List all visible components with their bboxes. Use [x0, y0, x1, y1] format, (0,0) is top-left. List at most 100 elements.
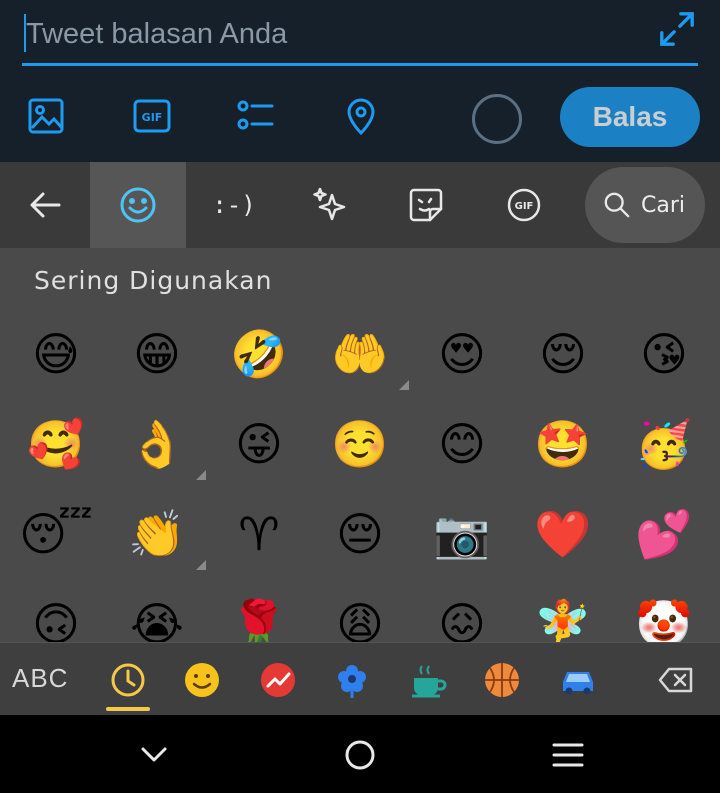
emoji-glyph: 😩: [336, 597, 384, 642]
emoji-search-button[interactable]: Cari: [585, 167, 705, 243]
system-navigation-bar: [0, 715, 720, 793]
emoji-glyph: 😁: [133, 327, 181, 381]
svg-text::-): :-): [214, 191, 254, 219]
image-icon[interactable]: [26, 96, 66, 136]
emoji-key[interactable]: 😭: [106, 580, 208, 642]
emoji-key[interactable]: 😜: [208, 400, 310, 488]
emoji-glyph: 🧚: [534, 597, 592, 642]
compose-toolbar: GIF Balas: [0, 82, 720, 154]
emoji-grid: 😅 😁 🤣 🤲 😍 😌 😘 🥰 👌 😜 ☺️ 😊 🤩 🥳 😴 👏 ♈ 😔 📷 ❤️ 💕 🙃 😭 🌹 😩 😖 🧚 🤡: [0, 310, 720, 642]
emoji-glyph: 🌹: [230, 597, 288, 642]
emoji-glyph: ♈: [238, 507, 280, 561]
abc-switch-button[interactable]: ABC: [12, 663, 68, 694]
expand-icon[interactable]: [658, 10, 696, 48]
location-icon[interactable]: [341, 96, 381, 136]
emoji-key[interactable]: 🤩: [512, 400, 614, 488]
reply-input[interactable]: Tweet balasan Anda: [22, 8, 698, 66]
emoji-glyph: 🙃: [32, 597, 80, 642]
keyboard-tab-bar: :-) GIF Cari: [0, 162, 720, 248]
emoji-glyph: 👌: [128, 417, 186, 471]
svg-text:GIF: GIF: [142, 111, 163, 124]
emoji-key[interactable]: 😖: [411, 580, 513, 642]
emoji-key[interactable]: ☺️: [309, 400, 411, 488]
backspace-icon[interactable]: [648, 643, 704, 716]
reply-placeholder: Tweet balasan Anda: [26, 18, 288, 50]
emoji-keyboard: :-) GIF Cari Sering Digunakan 😅 😁 🤣 🤲 😍 …: [0, 162, 720, 715]
emoji-key[interactable]: 🤡: [613, 580, 715, 642]
reply-button[interactable]: Balas: [560, 87, 700, 147]
emoji-glyph: 😊: [438, 417, 486, 471]
emoji-key[interactable]: 🤣: [208, 310, 310, 398]
emoji-glyph: 😔: [336, 507, 384, 561]
emoji-key[interactable]: 🥳: [613, 400, 715, 488]
emoji-key[interactable]: 🙃: [5, 580, 107, 642]
smiley-icon[interactable]: [174, 643, 230, 716]
poll-icon[interactable]: [236, 96, 276, 136]
back-arrow-icon[interactable]: [0, 162, 90, 248]
section-title: Sering Digunakan: [34, 266, 273, 295]
emoji-glyph: 😅: [32, 327, 80, 381]
gif-tab-icon[interactable]: GIF: [474, 162, 574, 248]
emoji-key[interactable]: 😌: [512, 310, 614, 398]
sparkle-icon[interactable]: [282, 162, 378, 248]
emoji-glyph: ❤️: [534, 507, 592, 561]
compose-area: Tweet balasan Anda GIF Balas: [0, 0, 720, 162]
emoji-key[interactable]: 💕: [613, 490, 715, 578]
emoji-key[interactable]: 👌: [106, 400, 208, 488]
gif-icon[interactable]: GIF: [132, 96, 172, 136]
sticker-icon[interactable]: [378, 162, 474, 248]
emoji-glyph: 😴: [19, 507, 93, 561]
emoji-glyph: 👏: [128, 507, 186, 561]
svg-text:GIF: GIF: [515, 201, 534, 212]
emoji-glyph: 💕: [635, 507, 693, 561]
emoji-glyph: 😜: [235, 417, 283, 471]
recents-menu-icon[interactable]: [546, 733, 590, 777]
emoji-glyph: ☺️: [331, 417, 389, 471]
emoji-key[interactable]: 😴: [5, 490, 107, 578]
emoji-key[interactable]: 😅: [5, 310, 107, 398]
emoji-glyph: 😍: [438, 327, 486, 381]
emoji-key[interactable]: 😘: [613, 310, 715, 398]
emoji-glyph: 🤲: [331, 327, 389, 381]
emoji-glyph: 😭: [130, 597, 184, 642]
emoji-key[interactable]: 🥰: [5, 400, 107, 488]
emoji-key[interactable]: 🧚: [512, 580, 614, 642]
emoji-glyph: 🤣: [230, 327, 288, 381]
skin-tone-variant-indicator: [196, 560, 206, 570]
emoji-key[interactable]: ❤️: [512, 490, 614, 578]
car-icon[interactable]: [550, 643, 606, 716]
emoji-key[interactable]: 😔: [309, 490, 411, 578]
emoji-key[interactable]: 😁: [106, 310, 208, 398]
search-label: Cari: [641, 192, 685, 218]
coffee-icon[interactable]: [400, 643, 456, 716]
flower-icon[interactable]: [324, 643, 380, 716]
emoji-key[interactable]: 📷: [411, 490, 513, 578]
skin-tone-variant-indicator: [196, 470, 206, 480]
emoji-glyph: 😘: [640, 327, 688, 381]
emoji-key[interactable]: 👏: [106, 490, 208, 578]
search-icon: [604, 192, 630, 218]
emoji-key[interactable]: 🌹: [208, 580, 310, 642]
emoji-key[interactable]: 😍: [411, 310, 513, 398]
emoji-glyph: 😖: [438, 597, 486, 642]
back-chevron-icon[interactable]: [132, 733, 176, 777]
basketball-icon[interactable]: [474, 643, 530, 716]
emoji-glyph: 😌: [539, 327, 587, 381]
emoji-key[interactable]: 😊: [411, 400, 513, 488]
category-bar: ABC: [0, 642, 720, 715]
character-count-ring: [472, 94, 522, 144]
emoji-glyph: 🤩: [534, 417, 592, 471]
emoji-icon[interactable]: [90, 162, 186, 248]
trending-icon[interactable]: [250, 643, 306, 716]
active-category-indicator: [106, 707, 150, 711]
emoji-key[interactable]: ♈: [208, 490, 310, 578]
emoji-glyph: 📷: [433, 507, 491, 561]
emoji-key[interactable]: 🤲: [309, 310, 411, 398]
emoji-glyph: 🤡: [635, 597, 693, 642]
emoji-glyph: 🥳: [635, 417, 693, 471]
skin-tone-variant-indicator: [399, 380, 409, 390]
home-circle-icon[interactable]: [338, 733, 382, 777]
emoji-key[interactable]: 😩: [309, 580, 411, 642]
recent-icon[interactable]: [100, 643, 156, 716]
emoticon-icon[interactable]: :-): [186, 162, 282, 248]
